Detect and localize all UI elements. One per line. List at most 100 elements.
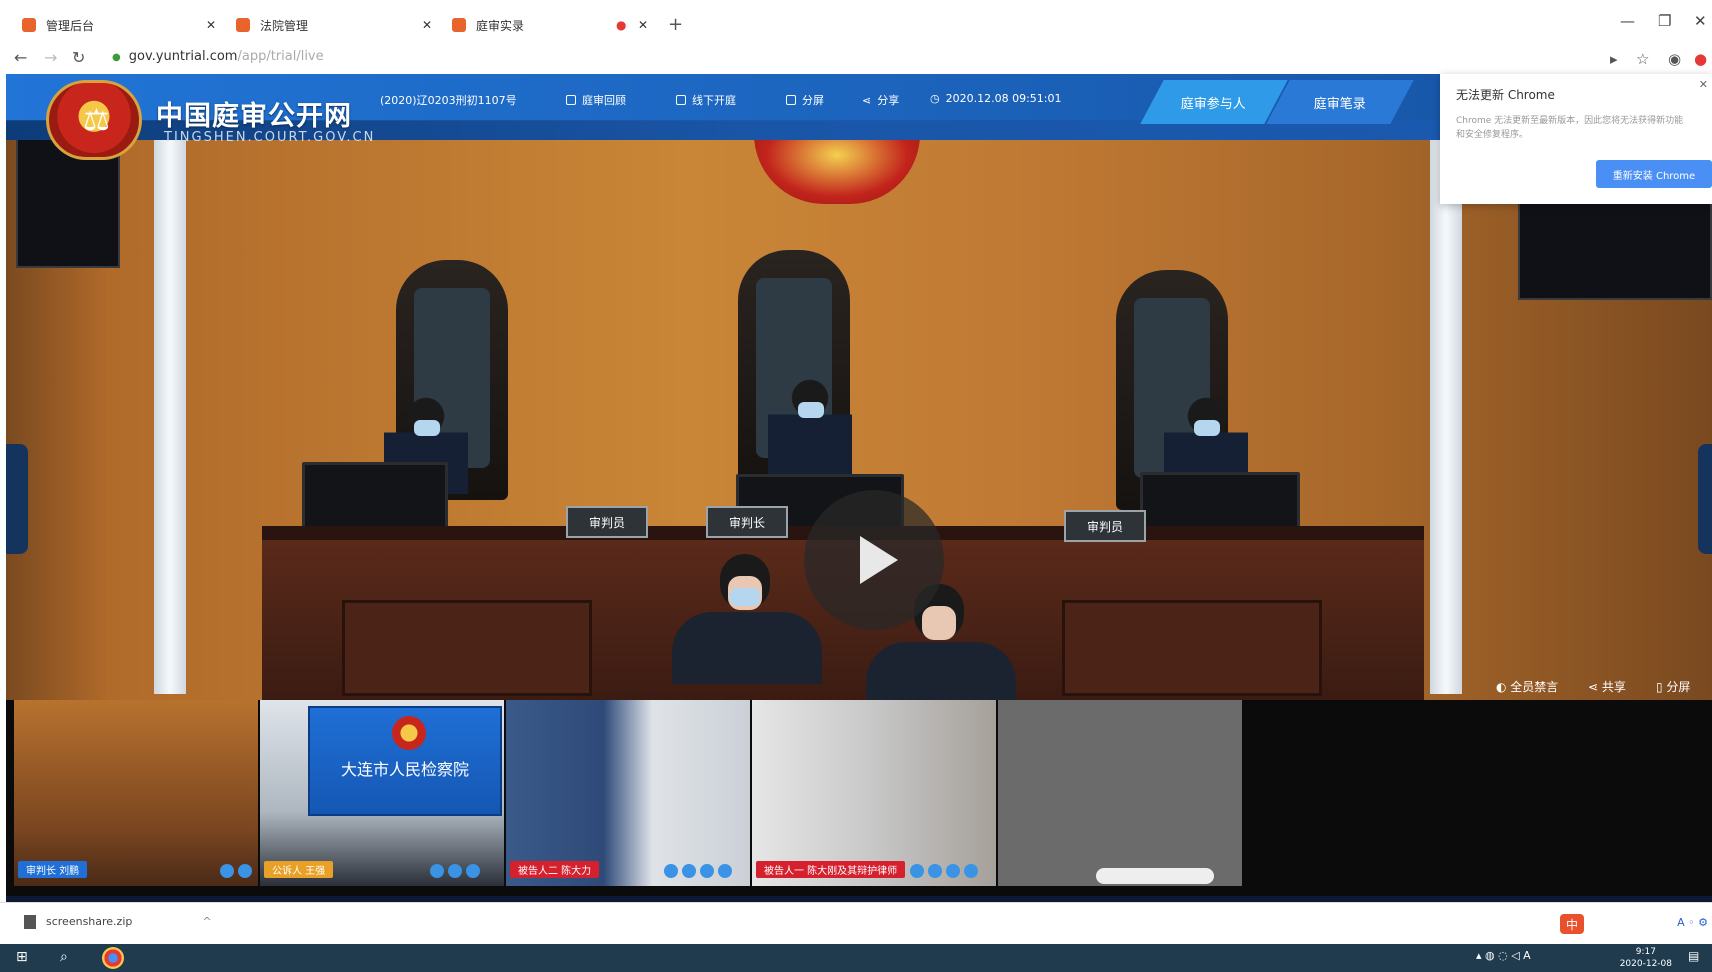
share-icon: ⋖	[1588, 680, 1602, 694]
split-icon	[786, 95, 796, 105]
mic-icon[interactable]	[910, 864, 924, 878]
thumbnail-label: 公诉人 王强	[264, 861, 334, 878]
mic-icon[interactable]	[664, 864, 678, 878]
thumbnail-label: 被告人二 陈大力	[510, 861, 600, 878]
nameplate: 审判员	[566, 506, 648, 538]
tab-strip: 管理后台 ✕ 法院管理 ✕ 庭审实录 ● ✕ + — ❐ ✕	[0, 0, 1712, 46]
tab-close-icon[interactable]: ✕	[422, 12, 432, 38]
recording-dot-icon: ●	[616, 18, 627, 32]
lock-icon: ●	[112, 52, 121, 63]
wall-pillar	[1430, 134, 1462, 694]
reload-icon[interactable]: ↻	[72, 48, 85, 67]
restore-button[interactable]: ❐	[1658, 12, 1671, 30]
mute-icon: ◐	[1496, 680, 1511, 694]
banner-text: 大连市人民检察院	[340, 760, 469, 779]
search-icon[interactable]: ⌕	[60, 949, 68, 965]
share-video-button[interactable]: ⋖ 共享	[1588, 678, 1626, 695]
procuratorate-banner: 大连市人民检察院	[308, 706, 502, 816]
record-button[interactable]: 庭审笔录	[1266, 80, 1414, 124]
ime-badge[interactable]: 中	[1560, 914, 1584, 934]
download-item[interactable]: screenshare.zip ^	[24, 915, 212, 929]
notification-icon[interactable]: ▤	[1688, 949, 1699, 963]
site-logo-subtitle: TINGSHEN.COURT.GOV.CN	[164, 130, 376, 145]
mic-icon[interactable]	[220, 864, 234, 878]
nameplate: 审判长	[706, 506, 788, 538]
favicon-icon	[452, 18, 466, 32]
list-icon	[676, 95, 686, 105]
tab-court[interactable]: 法院管理	[236, 12, 308, 38]
close-window-button[interactable]: ✕	[1694, 12, 1707, 30]
star-icon[interactable]: ☆	[1636, 50, 1649, 68]
cast-icon[interactable]: ▸	[1610, 50, 1618, 68]
nav-offline[interactable]: 线下开庭	[676, 92, 736, 108]
tab-admin[interactable]: 管理后台	[22, 12, 94, 38]
thumbnail-label: 被告人一 陈大刚及其辩护律师	[756, 861, 906, 878]
split-icon: ▯	[1656, 680, 1667, 694]
minimize-button[interactable]: —	[1620, 12, 1635, 30]
nameplate: 审判员	[1064, 510, 1146, 542]
nav-split[interactable]: 分屏	[786, 92, 824, 108]
thumbnail-judge[interactable]: 审判长 刘鹏	[14, 700, 258, 886]
tab-trial[interactable]: 庭审实录	[452, 12, 524, 38]
play-button[interactable]	[804, 490, 944, 630]
reinstall-chrome-button[interactable]: 重新安装 Chrome	[1596, 160, 1712, 188]
case-number: (2020)辽0203刑初1107号	[380, 94, 517, 107]
popup-close-icon[interactable]: ✕	[1699, 78, 1708, 91]
popup-title: 无法更新 Chrome	[1456, 88, 1555, 102]
thumbnail-prosecutor[interactable]: 大连市人民检察院 公诉人 王强	[260, 700, 504, 886]
url-field[interactable]: ● gov.yuntrial.com/app/trial/live	[112, 49, 324, 64]
volume-slider[interactable]	[1096, 868, 1214, 884]
fullscreen-icon[interactable]	[718, 864, 732, 878]
windows-start-icon[interactable]: ⊞	[16, 949, 28, 965]
share-icon: ⋖	[862, 93, 872, 107]
site-logo-title: 中国庭审公开网	[156, 101, 352, 132]
browser-window: { "browser": { "tabs": [ {"label": "管理后台…	[0, 0, 1712, 972]
participants-button[interactable]: 庭审参与人	[1140, 80, 1288, 124]
play-icon	[860, 536, 898, 584]
side-panel-handle-right[interactable]	[1698, 444, 1712, 554]
chevron-up-icon[interactable]: ^	[202, 915, 211, 928]
settings-icon[interactable]	[700, 864, 714, 878]
url-path: /app/trial/live	[237, 49, 324, 64]
ime-toolbar[interactable]: A ◦ ⚙	[1677, 916, 1708, 929]
fullscreen-icon[interactable]	[964, 864, 978, 878]
camera-icon[interactable]	[682, 864, 696, 878]
profile-icon[interactable]: ◉	[1668, 50, 1681, 68]
presiding-judge-person	[768, 376, 852, 476]
empty-slot	[998, 700, 1242, 886]
back-arrow-icon[interactable]: ←	[14, 48, 27, 67]
file-icon	[24, 915, 36, 929]
nav-share[interactable]: ⋖ 分享	[862, 92, 899, 108]
tab-label: 庭审实录	[476, 18, 525, 33]
participant-thumbnails: 审判长 刘鹏 大连市人民检察院 公诉人 王强 被告人二 陈大力 被告人一 陈大刚…	[6, 700, 1712, 896]
camera-icon[interactable]	[448, 864, 462, 878]
thumbnail-defendant-two[interactable]: 被告人二 陈大力	[506, 700, 750, 886]
mute-all-button[interactable]: ◐ 全员禁言	[1496, 678, 1558, 695]
nav-review[interactable]: 庭审回顾	[566, 92, 626, 108]
tab-label: 管理后台	[46, 18, 95, 33]
favicon-icon	[22, 18, 36, 32]
camera-icon[interactable]	[928, 864, 942, 878]
tab-close-icon[interactable]: ✕	[638, 12, 648, 38]
settings-icon[interactable]	[466, 864, 480, 878]
tray-icons[interactable]: ▴ ◍ ◌ ◁ A	[1476, 949, 1531, 962]
side-panel-handle[interactable]	[6, 444, 28, 554]
new-tab-button[interactable]: +	[668, 14, 683, 35]
system-clock[interactable]: 9:17 2020-12-08	[1620, 946, 1672, 970]
update-icon[interactable]: ●	[1694, 50, 1707, 68]
chrome-app-icon[interactable]	[102, 947, 124, 969]
wall-pillar	[154, 134, 186, 694]
address-bar: ← → ↻ ● gov.yuntrial.com/app/trial/live ▸…	[0, 46, 1712, 74]
mic-icon[interactable]	[430, 864, 444, 878]
thumbnail-defendant-one[interactable]: 被告人一 陈大刚及其辩护律师	[752, 700, 996, 886]
datetime: ◷ 2020.12.08 09:51:01	[930, 92, 1062, 105]
tab-close-icon[interactable]: ✕	[206, 12, 216, 38]
wall-tv-right	[1518, 194, 1712, 300]
settings-icon[interactable]	[946, 864, 960, 878]
court-logo-icon: ⚖	[46, 80, 142, 160]
camera-icon[interactable]	[238, 864, 252, 878]
forward-arrow-icon[interactable]: →	[44, 48, 57, 67]
split-video-button[interactable]: ▯ 分屏	[1656, 678, 1690, 695]
emblem-icon	[392, 716, 426, 750]
tab-label: 法院管理	[260, 18, 309, 33]
